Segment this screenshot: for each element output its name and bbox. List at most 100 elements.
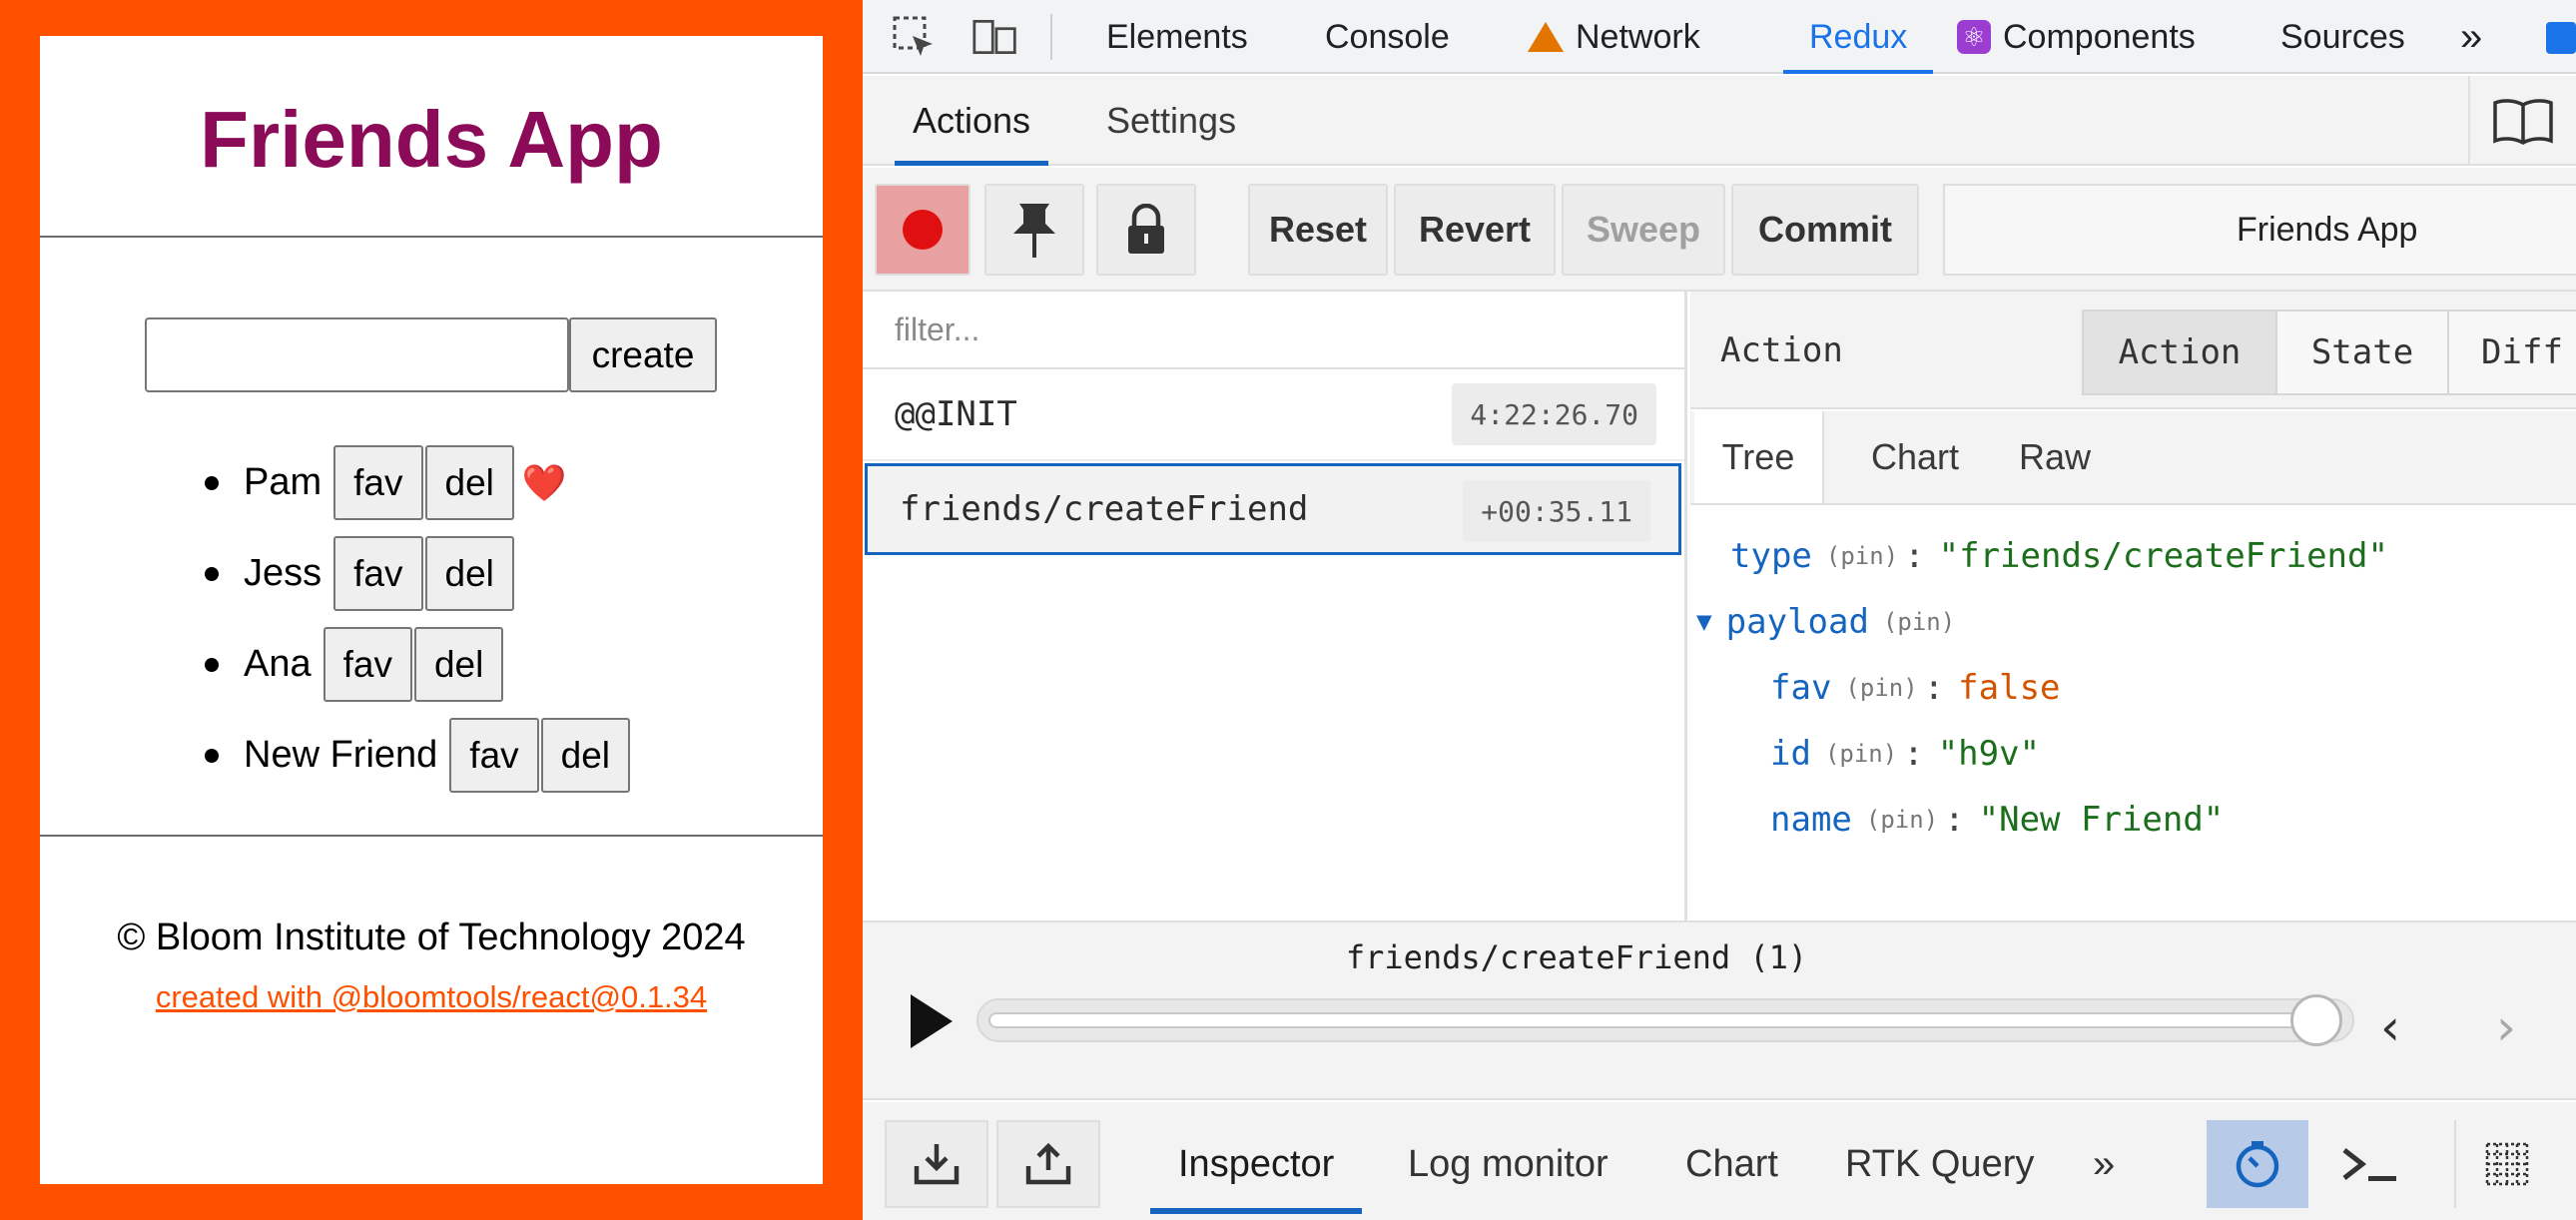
delete-button[interactable]: del — [424, 536, 514, 611]
pin-icon — [1013, 204, 1055, 258]
delete-button[interactable]: del — [540, 718, 631, 793]
more-monitors-icon[interactable]: » — [2093, 1120, 2115, 1208]
action-name: friends/createFriend — [900, 489, 1309, 529]
slider-track[interactable] — [976, 994, 2354, 1046]
monitor-tab-chart[interactable]: Chart — [1685, 1120, 1778, 1208]
footer-link[interactable]: created with @bloomtools/react@0.1.34 — [40, 979, 823, 1015]
view-tab-tree[interactable]: Tree — [1694, 411, 1824, 503]
action-detail-pane: Action Action State Diff Tree Chart Raw … — [1690, 292, 2576, 920]
app-title: Friends App — [200, 95, 663, 184]
monitor-tab-rtk-query[interactable]: RTK Query — [1845, 1120, 2034, 1208]
reset-button[interactable]: Reset — [1248, 184, 1388, 276]
segment-diff[interactable]: Diff — [2447, 309, 2576, 395]
app-panel: Friends App create Pam fav del ❤️ Jess f… — [40, 36, 823, 1184]
tab-console[interactable]: Console — [1325, 0, 1450, 74]
tab-network[interactable]: Network — [1528, 0, 1700, 74]
terminal-icon — [2342, 1148, 2396, 1181]
revert-button[interactable]: Revert — [1394, 184, 1556, 276]
docs-button[interactable] — [2468, 76, 2576, 166]
monitor-tab-log[interactable]: Log monitor — [1408, 1120, 1609, 1208]
friend-name-input[interactable] — [145, 317, 569, 392]
header-divider — [40, 236, 823, 238]
tree-row-payload[interactable]: ▼ payload (pin) — [1696, 597, 1961, 647]
tree-row-name: name (pin) : "New Friend" — [1770, 800, 2225, 840]
view-tab-raw[interactable]: Raw — [1990, 411, 2120, 503]
lock-button[interactable] — [1096, 184, 1196, 276]
action-tree: type (pin) : "friends/createFriend" ▼ pa… — [1690, 507, 2576, 920]
next-action-icon[interactable]: › — [2496, 998, 2516, 1056]
monitor-bottom-bar: Inspector Log monitor Chart RTK Query » — [863, 1102, 2576, 1220]
tree-row-id: id (pin) : "h9v" — [1770, 734, 2041, 774]
delete-button[interactable]: del — [413, 627, 504, 702]
create-button[interactable]: create — [569, 317, 717, 392]
tab-components[interactable]: ⚛ Components — [1957, 0, 2196, 74]
tab-sources[interactable]: Sources — [2280, 0, 2405, 74]
fav-button[interactable]: fav — [333, 536, 423, 611]
friend-name: Ana — [244, 643, 312, 685]
tab-network-label: Network — [1576, 17, 1700, 56]
devtools-panel: Elements Console Network Redux ⚛ Compone… — [863, 0, 2576, 1220]
pin-link[interactable]: (pin) — [1866, 806, 1938, 834]
pin-link[interactable]: (pin) — [1883, 608, 1955, 636]
active-monitor-underline — [1150, 1208, 1363, 1214]
action-row-selected[interactable]: friends/createFriend +00:35.11 — [865, 463, 1681, 555]
action-row[interactable]: @@INIT 4:22:26.70 — [863, 369, 1684, 461]
slider-thumb[interactable] — [2290, 994, 2342, 1046]
bullet — [205, 657, 219, 672]
subtab-settings[interactable]: Settings — [1106, 76, 1236, 166]
tree-value: false — [1958, 668, 2061, 708]
export-button[interactable] — [996, 1120, 1100, 1208]
record-icon — [903, 210, 943, 250]
fav-button[interactable]: fav — [449, 718, 539, 793]
bullet — [205, 566, 219, 581]
instance-select[interactable]: Friends App — [1943, 184, 2576, 276]
view-tab-chart[interactable]: Chart — [1840, 411, 1990, 503]
chat-icon[interactable] — [2546, 22, 2576, 54]
tree-value: "friends/createFriend" — [1938, 536, 2388, 576]
tree-row-fav: fav (pin) : false — [1770, 668, 2061, 708]
redux-toolbar: Reset Revert Sweep Commit Friends App — [863, 168, 2576, 292]
tree-key: fav — [1770, 668, 1832, 708]
action-name: @@INIT — [895, 394, 1017, 434]
pin-link[interactable]: (pin) — [1825, 740, 1897, 768]
more-tabs-icon[interactable]: » — [2460, 0, 2482, 74]
fav-button[interactable]: fav — [322, 627, 412, 702]
pin-button[interactable] — [984, 184, 1084, 276]
device-toolbar-icon[interactable] — [972, 14, 1018, 60]
sweep-button[interactable]: Sweep — [1562, 184, 1725, 276]
play-icon[interactable] — [907, 990, 957, 1052]
terminal-button[interactable] — [2318, 1120, 2422, 1208]
slider-toggle-button[interactable] — [2454, 1120, 2558, 1208]
friend-item: New Friend fav del — [205, 718, 632, 793]
fav-button[interactable]: fav — [333, 445, 423, 520]
bullet — [205, 748, 219, 763]
upload-icon — [1025, 1142, 1071, 1185]
active-subtab-underline — [895, 161, 1049, 166]
grid-icon — [2485, 1142, 2529, 1186]
warning-icon — [1528, 22, 1564, 52]
action-list: filter... @@INIT 4:22:26.70 friends/crea… — [863, 292, 1687, 920]
segment-action[interactable]: Action — [2082, 309, 2277, 395]
detail-header-label: Action — [1720, 330, 1843, 370]
tree-row-type: type (pin) : "friends/createFriend" — [1730, 536, 2388, 576]
previous-action-icon[interactable]: ‹ — [2380, 998, 2400, 1056]
record-button[interactable] — [875, 184, 970, 276]
action-time: +00:35.11 — [1463, 480, 1650, 542]
inspect-element-icon[interactable] — [891, 14, 937, 60]
dispatcher-timer-button[interactable] — [2207, 1120, 2308, 1208]
expand-caret-icon[interactable]: ▼ — [1696, 607, 1712, 637]
subtab-actions[interactable]: Actions — [895, 76, 1049, 166]
delete-button[interactable]: del — [424, 445, 514, 520]
segment-state[interactable]: State — [2275, 309, 2449, 395]
tab-elements[interactable]: Elements — [1106, 0, 1248, 74]
commit-button[interactable]: Commit — [1731, 184, 1919, 276]
pin-link[interactable]: (pin) — [1845, 674, 1917, 702]
react-icon: ⚛ — [1957, 20, 1991, 54]
monitor-tab-inspector[interactable]: Inspector — [1150, 1120, 1363, 1214]
tree-value: "New Friend" — [1978, 800, 2225, 840]
filter-input[interactable]: filter... — [863, 292, 1684, 369]
import-button[interactable] — [885, 1120, 988, 1208]
tab-redux[interactable]: Redux — [1783, 0, 1934, 74]
pin-link[interactable]: (pin) — [1826, 542, 1898, 570]
detail-header: Action Action State Diff — [1690, 292, 2576, 409]
